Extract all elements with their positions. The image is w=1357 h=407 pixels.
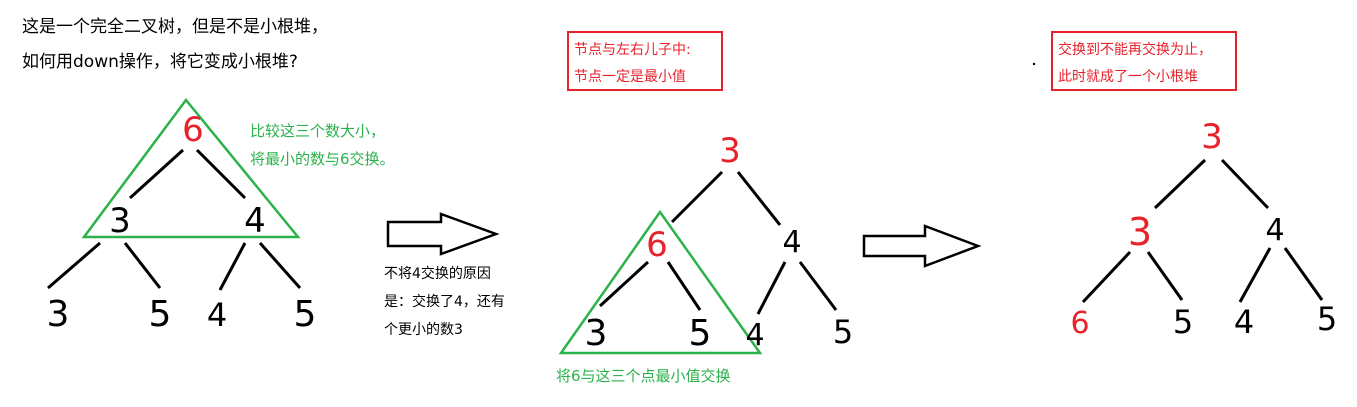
tree1-node-lr: 5 bbox=[149, 294, 172, 335]
question-line-2: 如何用down操作，将它变成小根堆? bbox=[22, 52, 298, 72]
tree1-node-rl: 4 bbox=[207, 296, 227, 334]
middle-note-line-3: 个更小的数3 bbox=[384, 322, 463, 338]
tree2-edge-left-ll bbox=[598, 260, 650, 308]
stray-dot bbox=[1032, 62, 1036, 66]
tree1-note-line-1: 比较这三个数大小， bbox=[250, 122, 385, 140]
tree1-note-line-2: 将最小的数与6交换。 bbox=[250, 150, 395, 168]
tree3-edge-root-left bbox=[1153, 158, 1207, 210]
tree2-node-lr: 5 bbox=[689, 313, 712, 354]
tree1-edge-left-lr bbox=[123, 242, 162, 289]
box3-line-1: 交换到不能再交换为止， bbox=[1058, 41, 1212, 58]
tree1-edge-right-rr bbox=[258, 242, 302, 289]
tree3-node-ll: 6 bbox=[1070, 306, 1089, 341]
tree1-node-left: 3 bbox=[109, 201, 131, 241]
tree-2: 3 6 4 3 5 4 5 将6与这三个点最小值交换 bbox=[556, 131, 853, 385]
tree-1: 6 3 4 3 5 4 5 比较这三个数大小， 将最小的数与6交换。 bbox=[47, 97, 395, 335]
tree3-edge-root-right bbox=[1220, 158, 1270, 210]
arrow-1-icon bbox=[386, 212, 500, 256]
tree2-edge-right-rr bbox=[798, 261, 838, 311]
tree3-edge-right-rr bbox=[1283, 247, 1324, 301]
tree3-node-rr: 5 bbox=[1317, 300, 1337, 338]
tree3-edge-left-lr bbox=[1146, 251, 1184, 301]
tree1-node-rr: 5 bbox=[294, 294, 317, 335]
tree2-node-rl: 4 bbox=[745, 318, 764, 353]
tree3-node-left: 3 bbox=[1128, 210, 1152, 254]
tree2-node-ll: 3 bbox=[585, 313, 608, 354]
heap-down-diagram: 这是一个完全二叉树，但是不是小根堆， 如何用down操作，将它变成小根堆? 6 … bbox=[22, 17, 1337, 385]
tree3-edge-left-ll bbox=[1081, 250, 1132, 304]
tree3-node-right: 4 bbox=[1265, 213, 1284, 248]
tree2-node-left: 6 bbox=[646, 225, 668, 265]
tree1-edge-root-right bbox=[195, 148, 247, 200]
tree-3: 3 3 4 6 5 4 5 bbox=[1070, 117, 1337, 341]
tree3-node-rl: 4 bbox=[1234, 303, 1254, 341]
tree1-edge-root-left bbox=[128, 148, 185, 200]
tree1-node-right: 4 bbox=[244, 201, 266, 241]
box3-line-2: 此时就成了一个小根堆 bbox=[1058, 69, 1198, 85]
tree2-edge-right-rl bbox=[756, 261, 787, 315]
tree1-node-root: 6 bbox=[182, 110, 204, 150]
tree3-node-lr: 5 bbox=[1173, 303, 1193, 341]
box2-line-2: 节点一定是最小值 bbox=[574, 69, 686, 85]
tree1-edge-left-ll bbox=[47, 241, 101, 290]
tree2-node-rr: 5 bbox=[833, 313, 853, 351]
tree2-edge-root-right bbox=[736, 171, 782, 226]
tree3-node-root: 3 bbox=[1201, 117, 1223, 157]
middle-note-line-2: 是：交换了4，还有 bbox=[384, 293, 505, 310]
tree2-edge-root-left bbox=[670, 170, 724, 224]
box2-line-1: 节点与左右儿子中: bbox=[574, 42, 691, 58]
arrow-2-icon bbox=[862, 224, 982, 268]
tree2-edge-left-lr bbox=[666, 261, 702, 311]
tree1-node-ll: 3 bbox=[47, 294, 70, 335]
tree3-edge-right-rl bbox=[1238, 247, 1272, 303]
tree2-node-right: 4 bbox=[782, 225, 801, 260]
middle-note-line-1: 不将4交换的原因 bbox=[384, 265, 491, 282]
tree2-node-root: 3 bbox=[719, 131, 741, 171]
tree1-edge-right-rl bbox=[218, 242, 247, 291]
question-line-1: 这是一个完全二叉树，但是不是小根堆， bbox=[22, 17, 328, 37]
tree2-note: 将6与这三个点最小值交换 bbox=[556, 367, 731, 385]
